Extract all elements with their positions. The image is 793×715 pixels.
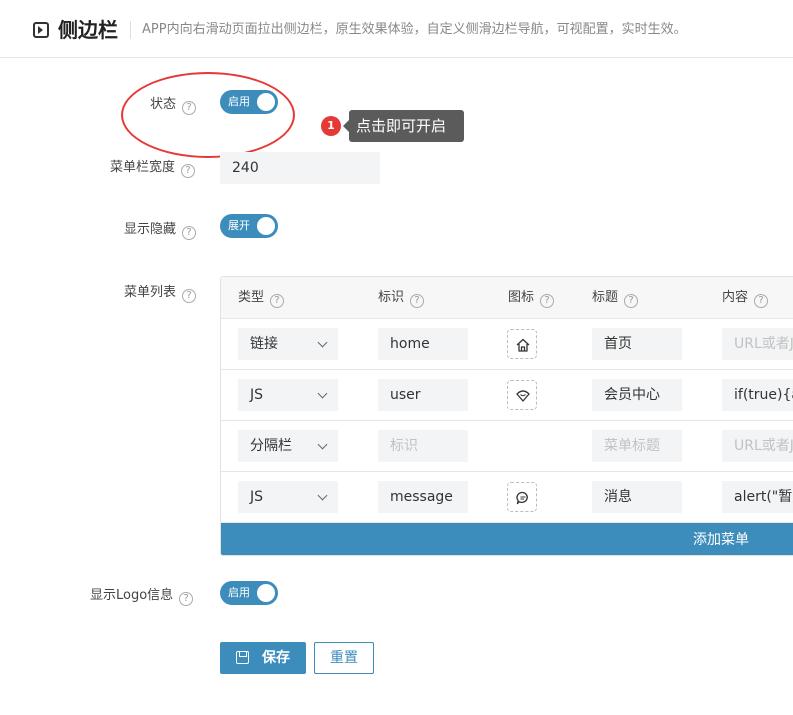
content-input[interactable]: alert("暂无	[722, 481, 793, 513]
title-input[interactable]: 菜单标题	[592, 430, 682, 462]
column-header-text: 类型	[238, 290, 265, 305]
type-select[interactable]: 分隔栏	[238, 430, 338, 462]
column-header-title: 标题?	[592, 288, 639, 308]
help-icon[interactable]: ?	[624, 294, 639, 308]
column-header-text: 标识	[378, 290, 405, 305]
help-icon[interactable]: ?	[410, 294, 425, 308]
page-header: 侧边栏 APP内向右滑动页面拉出侧边栏，原生效果体验，自定义侧滑边栏导航，可视配…	[0, 0, 793, 58]
chevron-down-icon	[317, 337, 328, 348]
step-badge: 1	[321, 116, 341, 136]
home-icon	[516, 338, 530, 352]
menu-width-input[interactable]: 240	[220, 152, 380, 184]
show-logo-toggle-text: 启用	[228, 586, 250, 599]
menu-width-label-text: 菜单栏宽度	[110, 160, 176, 175]
id-input[interactable]: 标识	[378, 430, 468, 462]
menu-table: 类型? 标识? 图标? 标题? 内容? 链接 home 首页 URL或者J JS…	[220, 276, 793, 556]
toggle-knob	[257, 217, 275, 235]
save-icon	[236, 651, 249, 664]
chevron-down-icon	[317, 439, 328, 450]
add-menu-button[interactable]: 添加菜单	[221, 523, 793, 555]
show-hide-toggle-text: 展开	[228, 219, 250, 232]
show-logo-label-text: 显示Logo信息	[90, 588, 174, 603]
help-icon[interactable]: ?	[182, 226, 197, 240]
title-input[interactable]: 首页	[592, 328, 682, 360]
menu-list-label: 菜单列表?	[124, 283, 197, 303]
reset-button[interactable]: 重置	[314, 642, 374, 674]
icon-picker[interactable]	[507, 329, 537, 359]
show-hide-label: 显示隐藏?	[124, 220, 197, 240]
column-header-id: 标识?	[378, 288, 425, 308]
table-row: JS message 消息 alert("暂无	[221, 472, 793, 523]
chevron-down-icon	[317, 490, 328, 501]
type-select-value: JS	[250, 489, 264, 505]
add-menu-label: 添加菜单	[693, 532, 749, 548]
heart-chat-icon	[516, 390, 530, 402]
type-select-value: JS	[250, 387, 264, 403]
id-input[interactable]: home	[378, 328, 468, 360]
title-input[interactable]: 消息	[592, 481, 682, 513]
show-logo-label: 显示Logo信息?	[90, 586, 194, 606]
column-header-text: 标题	[592, 290, 619, 305]
toggle-knob	[257, 584, 275, 602]
content-input[interactable]: URL或者J	[722, 430, 793, 462]
column-header-text: 图标	[508, 290, 535, 305]
icon-picker[interactable]	[507, 380, 537, 410]
page-title: 侧边栏	[58, 18, 118, 42]
header-divider	[130, 21, 131, 39]
type-select-value: 链接	[250, 336, 278, 352]
type-select[interactable]: JS	[238, 379, 338, 411]
page-description: APP内向右滑动页面拉出侧边栏，原生效果体验，自定义侧滑边栏导航，可视配置，实时…	[142, 22, 687, 37]
help-icon[interactable]: ?	[270, 294, 285, 308]
type-select-value: 分隔栏	[250, 438, 292, 454]
table-row: 链接 home 首页 URL或者J	[221, 319, 793, 370]
sidebar-icon	[33, 22, 49, 38]
show-logo-toggle[interactable]: 启用	[220, 581, 278, 605]
id-input[interactable]: user	[378, 379, 468, 411]
column-header-content: 内容?	[722, 288, 769, 308]
show-hide-label-text: 显示隐藏	[124, 222, 177, 237]
content-input[interactable]: if(true){a	[722, 379, 793, 411]
type-select[interactable]: 链接	[238, 328, 338, 360]
highlight-circle	[121, 72, 295, 158]
id-input[interactable]: message	[378, 481, 468, 513]
menu-width-label: 菜单栏宽度?	[110, 158, 196, 178]
chevron-down-icon	[317, 388, 328, 399]
help-icon[interactable]: ?	[182, 289, 197, 303]
save-label: 保存	[262, 650, 290, 666]
column-header-type: 类型?	[238, 288, 285, 308]
table-header: 类型? 标识? 图标? 标题? 内容?	[221, 277, 793, 319]
content-input[interactable]: URL或者J	[722, 328, 793, 360]
column-header-text: 内容	[722, 290, 749, 305]
help-icon[interactable]: ?	[181, 164, 196, 178]
table-row: JS user 会员中心 if(true){a	[221, 370, 793, 421]
show-hide-toggle[interactable]: 展开	[220, 214, 278, 238]
menu-list-label-text: 菜单列表	[124, 285, 177, 300]
save-button[interactable]: 保存	[220, 642, 306, 674]
help-icon[interactable]: ?	[754, 294, 769, 308]
column-header-icon: 图标?	[508, 288, 555, 308]
table-row: 分隔栏 标识 菜单标题 URL或者J	[221, 421, 793, 472]
title-input[interactable]: 会员中心	[592, 379, 682, 411]
help-icon[interactable]: ?	[540, 294, 555, 308]
message-icon	[516, 491, 528, 505]
help-icon[interactable]: ?	[179, 592, 194, 606]
icon-picker[interactable]	[507, 482, 537, 512]
hint-tooltip: 点击即可开启	[343, 110, 464, 142]
type-select[interactable]: JS	[238, 481, 338, 513]
